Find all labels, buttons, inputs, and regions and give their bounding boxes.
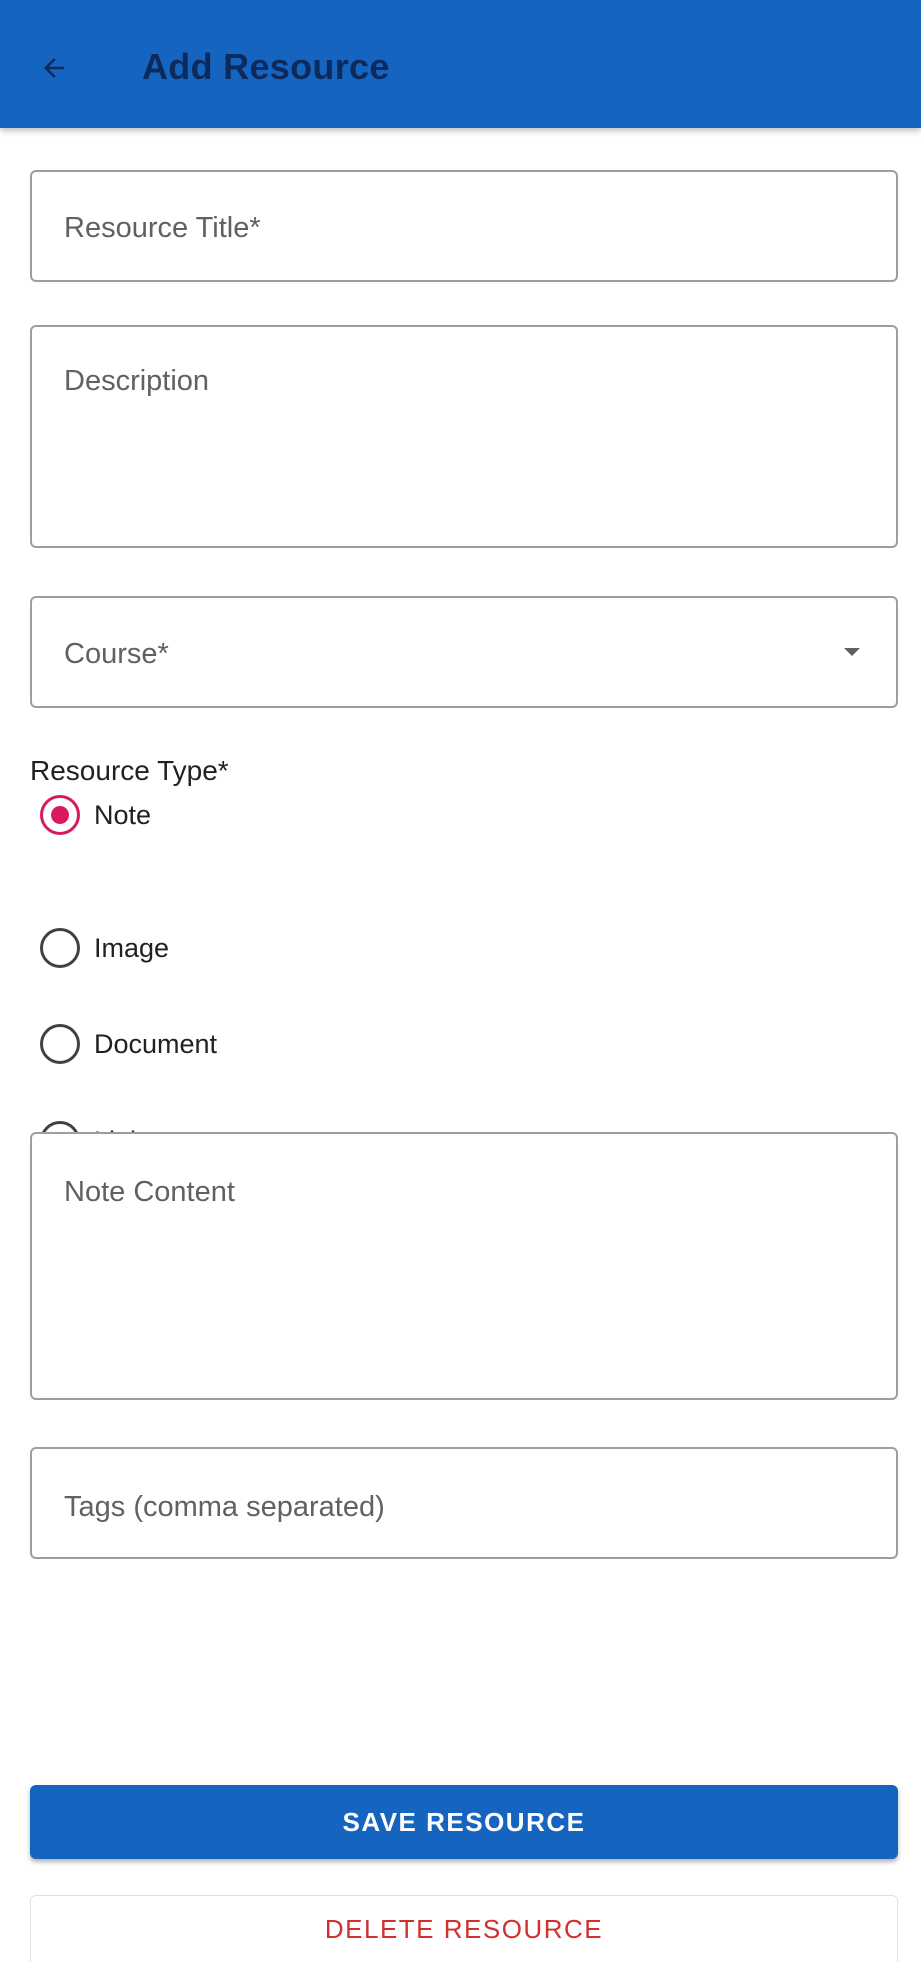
save-resource-button[interactable]: SAVE RESOURCE (30, 1785, 898, 1859)
radio-unselected-icon (40, 928, 80, 968)
radio-document[interactable]: Document (40, 1019, 217, 1069)
app-bar: Add Resource (0, 0, 921, 128)
radio-image-label: Image (94, 932, 170, 963)
note-content-field[interactable]: Note Content (30, 1132, 898, 1400)
course-select[interactable]: Course* (30, 596, 898, 708)
resource-title-placeholder: Resource Title* (64, 212, 261, 244)
delete-resource-button[interactable]: DELETE RESOURCE (30, 1895, 898, 1962)
add-resource-screen: Add Resource Resource Title* Description… (0, 0, 921, 1962)
radio-unselected-icon (40, 1024, 80, 1064)
radio-selected-icon (40, 795, 80, 835)
note-content-placeholder: Note Content (64, 1176, 235, 1208)
tags-placeholder: Tags (comma separated) (64, 1491, 385, 1523)
description-placeholder: Description (64, 365, 210, 397)
description-field[interactable]: Description (30, 325, 898, 548)
resource-title-field[interactable]: Resource Title* (30, 170, 898, 282)
page-title: Add Resource (142, 46, 390, 87)
course-placeholder: Course* (64, 638, 169, 670)
arrow-left-icon (44, 58, 64, 78)
resource-type-label: Resource Type* (30, 755, 229, 786)
radio-note-label: Note (94, 799, 152, 830)
back-button[interactable] (30, 44, 78, 92)
radio-document-label: Document (94, 1028, 218, 1059)
radio-note[interactable]: Note (40, 790, 151, 840)
dropdown-caret-icon (844, 648, 860, 656)
tags-field[interactable]: Tags (comma separated) (30, 1447, 898, 1559)
radio-image[interactable]: Image (40, 923, 169, 973)
